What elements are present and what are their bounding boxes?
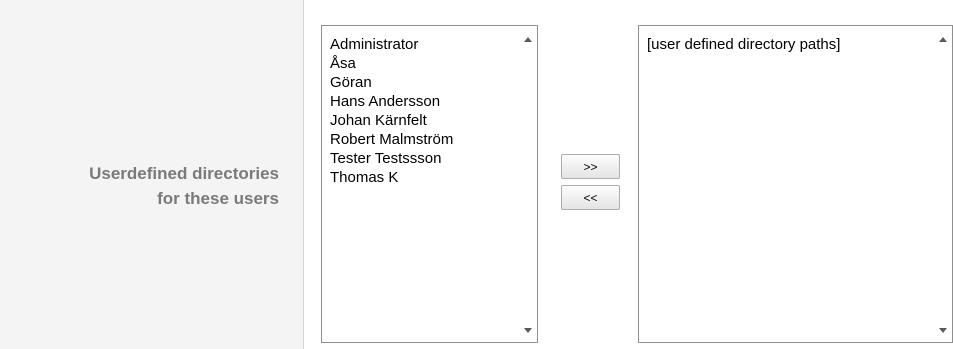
add-to-paths-button[interactable]: >> <box>561 154 620 179</box>
scroll-up-arrow-icon[interactable] <box>939 37 947 42</box>
field-label: Userdefined directories for these users <box>89 161 279 211</box>
users-list-items: Administrator Åsa Göran Hans Andersson J… <box>330 35 453 187</box>
list-item-user[interactable]: Göran <box>330 73 453 92</box>
paths-list-items: [user defined directory paths] <box>647 35 840 54</box>
scroll-up-arrow-icon[interactable] <box>524 37 532 42</box>
paths-listbox[interactable]: [user defined directory paths] <box>638 25 953 343</box>
list-item-user[interactable]: Hans Andersson <box>330 92 453 111</box>
field-label-line2: for these users <box>157 189 279 208</box>
remove-from-paths-button[interactable]: << <box>561 185 620 210</box>
users-scrollbar[interactable] <box>520 26 537 342</box>
list-item-user[interactable]: Thomas K <box>330 168 453 187</box>
list-item-user[interactable]: Åsa <box>330 54 453 73</box>
list-item-path[interactable]: [user defined directory paths] <box>647 35 840 54</box>
label-cell: Userdefined directories for these users <box>0 0 304 349</box>
list-item-user[interactable]: Administrator <box>330 35 453 54</box>
users-listbox[interactable]: Administrator Åsa Göran Hans Andersson J… <box>321 25 538 343</box>
list-item-user[interactable]: Robert Malmström <box>330 130 453 149</box>
list-item-user[interactable]: Johan Kärnfelt <box>330 111 453 130</box>
paths-scrollbar[interactable] <box>935 26 952 342</box>
scroll-down-arrow-icon[interactable] <box>524 328 532 333</box>
scroll-down-arrow-icon[interactable] <box>939 328 947 333</box>
list-item-user[interactable]: Tester Testssson <box>330 149 453 168</box>
field-label-line1: Userdefined directories <box>89 164 279 183</box>
